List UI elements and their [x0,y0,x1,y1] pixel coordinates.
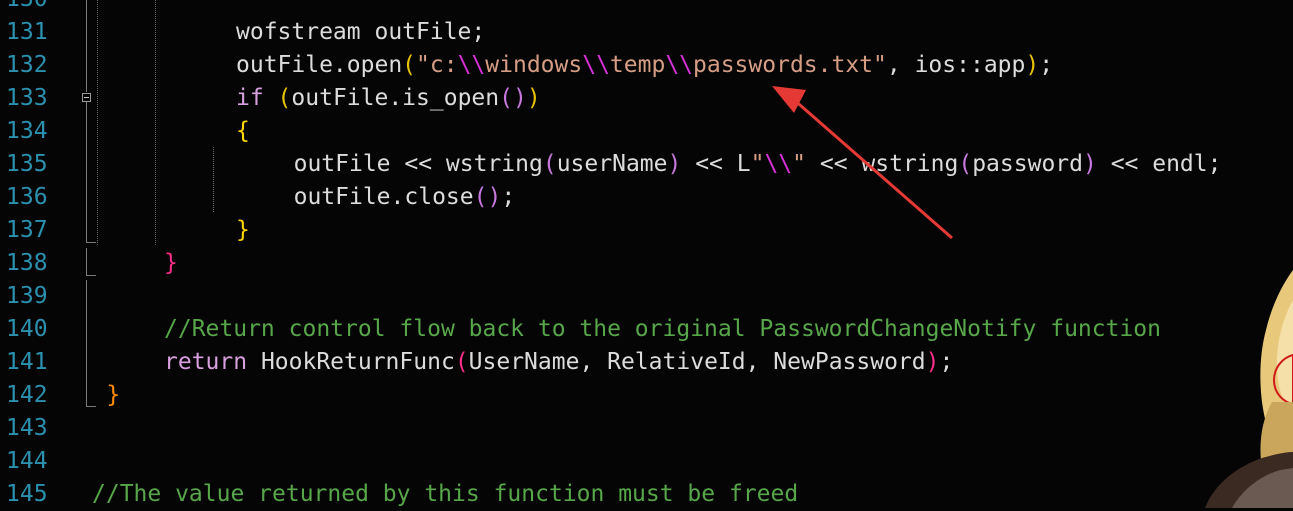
arrow-shaft [791,96,953,240]
annotation-arrow-icon [772,86,953,240]
code-editor[interactable]: 130131wofstream outFile;132outFile.open(… [0,0,1293,508]
arrow-head [772,86,806,113]
anime-character-background-image [1205,270,1293,508]
